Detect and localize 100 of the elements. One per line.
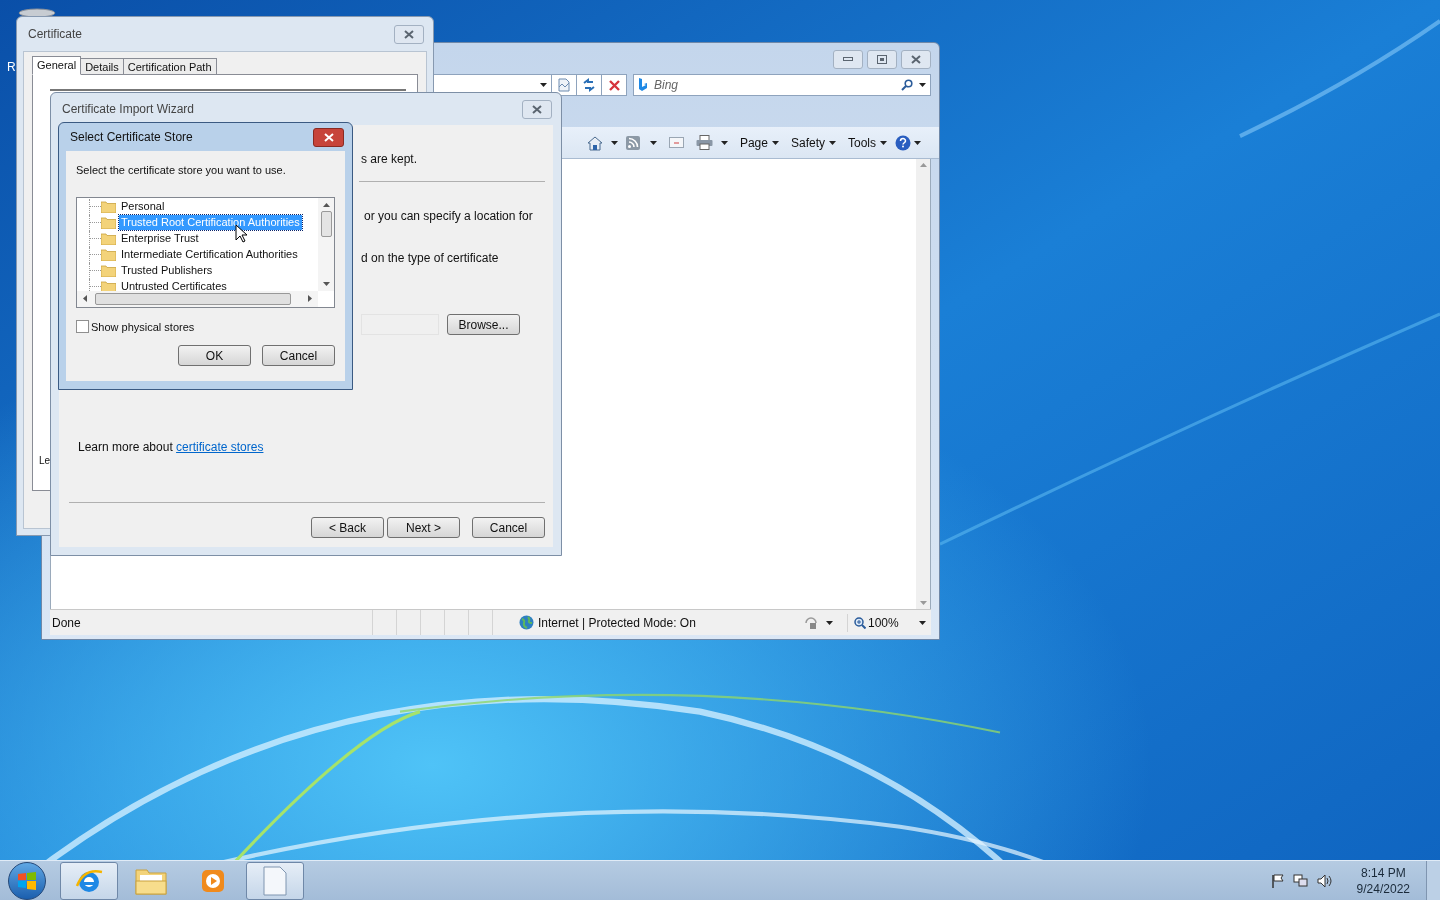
security-status-button[interactable]	[804, 615, 833, 630]
minimize-button[interactable]	[833, 49, 863, 69]
command-menu[interactable]: Page	[739, 133, 779, 152]
zoom-button[interactable]: 100%	[847, 613, 899, 632]
show-desktop-button[interactable]	[1426, 860, 1440, 900]
caret-icon	[720, 140, 728, 145]
refresh-button[interactable]	[577, 74, 602, 96]
minimize-icon	[843, 57, 853, 61]
close-button[interactable]	[313, 127, 344, 147]
feed-icon	[625, 135, 640, 150]
volume-icon	[1316, 873, 1333, 888]
vertical-scrollbar[interactable]	[916, 159, 930, 609]
dropdown-icon	[918, 620, 926, 625]
help-button[interactable]	[895, 134, 921, 151]
feeds-button[interactable]	[625, 135, 657, 150]
tree-item[interactable]: Enterprise Trust	[119, 231, 201, 246]
scroll-up-icon	[919, 163, 927, 167]
play-icon	[200, 867, 226, 894]
scroll-left-icon	[83, 295, 87, 302]
desktop-icon-label: R	[7, 59, 16, 76]
folder-icon	[101, 232, 116, 245]
close-icon	[532, 104, 542, 114]
caret-icon	[880, 140, 887, 145]
print-button[interactable]	[695, 135, 728, 150]
blank-page-icon	[262, 865, 288, 896]
network-icon	[1292, 873, 1309, 888]
compatibility-view-button[interactable]	[552, 74, 577, 96]
broken-page-icon	[557, 78, 571, 92]
home-icon	[586, 134, 603, 151]
taskbar-button[interactable]	[246, 861, 304, 900]
cancel-button[interactable]: Cancel	[262, 345, 335, 366]
close-button[interactable]	[394, 24, 424, 44]
command-menu[interactable]: Safety	[790, 133, 836, 152]
tree-item[interactable]: Intermediate Certification Authorities	[119, 247, 300, 262]
close-icon	[404, 29, 414, 39]
caret-icon	[649, 140, 657, 145]
printer-icon	[695, 135, 713, 150]
scroll-thumb[interactable]	[95, 292, 291, 305]
description-text: or you can specify a location for	[364, 208, 534, 225]
clock-date: 9/24/2022	[1356, 880, 1410, 897]
padlock-icon	[804, 615, 818, 630]
maximize-icon	[877, 54, 887, 64]
caret-icon	[914, 140, 921, 145]
taskbar-button[interactable]	[60, 861, 118, 900]
description-text: d on the type of certificate	[361, 250, 500, 267]
bing-logo-icon	[638, 78, 648, 92]
help-icon	[895, 134, 911, 151]
home-button[interactable]	[586, 134, 618, 151]
close-button[interactable]	[522, 99, 552, 119]
tree-item[interactable]: Personal	[119, 199, 167, 214]
close-icon	[323, 132, 334, 142]
checkbox-label: Show physical stores	[91, 319, 195, 335]
close-icon	[608, 79, 620, 91]
certificate-stores-link[interactable]: certificate stores	[176, 440, 264, 454]
cancel-button[interactable]: Cancel	[472, 517, 545, 538]
prompt-text: Select the certificate store you want to use.	[76, 163, 287, 178]
scroll-right-icon	[308, 295, 312, 302]
dropdown-icon	[919, 83, 926, 87]
learn-more-text: Learn more about certificate stores	[78, 439, 265, 456]
scroll-thumb[interactable]	[320, 210, 332, 237]
folder-icon	[101, 264, 116, 277]
ok-button[interactable]: OK	[178, 345, 251, 366]
security-zone-text: Internet | Protected Mode: On	[538, 614, 696, 632]
folder-icon	[101, 200, 116, 213]
caret-icon	[829, 140, 836, 145]
search-field[interactable]: Bing	[633, 74, 931, 96]
next-button[interactable]: Next >	[387, 517, 460, 538]
refresh-icon	[582, 78, 596, 92]
tree-item[interactable]: Untrusted Certificates	[119, 279, 229, 291]
body-text: Le	[39, 454, 51, 468]
window-title: Certificate Import Wizard	[62, 101, 195, 118]
browse-button[interactable]: Browse...	[447, 314, 520, 335]
maximize-button[interactable]	[867, 49, 897, 69]
window-title: Certificate	[28, 26, 83, 43]
windows-logo-icon	[17, 870, 37, 891]
flag-icon	[1270, 873, 1285, 888]
description-text: s are kept.	[361, 151, 419, 168]
horizontal-scrollbar[interactable]	[77, 290, 318, 307]
start-button[interactable]	[8, 861, 46, 900]
search-input[interactable]: Bing	[654, 76, 895, 94]
zoom-icon	[854, 616, 866, 629]
dialog-title: Select Certificate Store	[70, 129, 193, 146]
scroll-up-icon	[322, 202, 330, 207]
scroll-down-icon	[322, 281, 330, 286]
mouse-pointer-icon	[235, 224, 247, 243]
stop-button[interactable]	[602, 74, 627, 96]
globe-icon	[519, 615, 534, 630]
close-button[interactable]	[901, 49, 931, 69]
caret-icon	[610, 140, 618, 145]
command-menu[interactable]: Tools	[848, 133, 887, 152]
folder-icon	[135, 866, 167, 895]
search-icon	[901, 79, 913, 91]
folder-icon	[101, 248, 116, 261]
checkbox[interactable]	[76, 320, 89, 334]
recycle-bin-icon	[18, 8, 56, 18]
tab[interactable]: General	[32, 56, 82, 75]
back-button[interactable]: < Back	[311, 517, 384, 538]
envelope-icon	[668, 137, 684, 148]
tree-item[interactable]: Trusted Publishers	[119, 263, 215, 278]
vertical-scrollbar[interactable]	[318, 197, 334, 291]
